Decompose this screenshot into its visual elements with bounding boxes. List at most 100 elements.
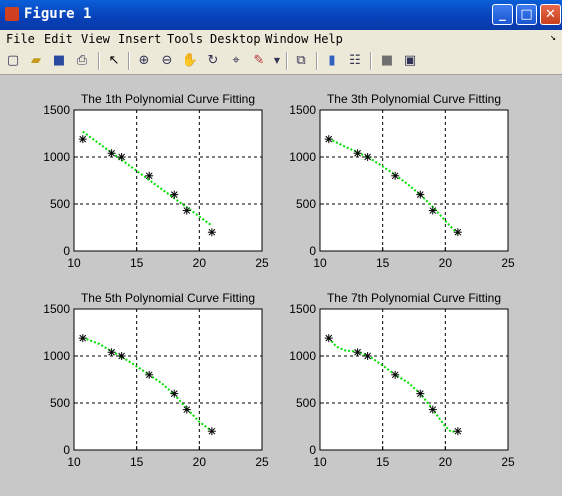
data-point-marker: [107, 348, 116, 357]
brush-dropdown-icon[interactable]: ▼: [268, 52, 286, 70]
toolbar-separator: [316, 52, 318, 70]
show-plot-tools-icon[interactable]: ▣: [401, 52, 419, 70]
y-tick-label: 0: [63, 443, 70, 457]
toolbar-separator: [98, 52, 100, 70]
menubar-dock-arrow-icon[interactable]: ↘: [550, 32, 556, 43]
toolbar-separator: [370, 52, 372, 70]
x-tick-label: 20: [439, 455, 453, 469]
x-tick-label: 25: [501, 256, 515, 270]
x-tick-label: 15: [130, 256, 144, 270]
subplot-title: The 3th Polynomial Curve Fitting: [327, 92, 501, 106]
brush-icon[interactable]: ✎: [250, 52, 268, 70]
toolbar-separator: [286, 52, 288, 70]
subplot-title: The 7th Polynomial Curve Fitting: [327, 291, 501, 305]
data-point-marker: [416, 389, 425, 398]
y-tick-label: 0: [309, 443, 316, 457]
data-point-marker: [117, 352, 126, 360]
hide-plot-tools-icon[interactable]: ■: [378, 52, 396, 70]
zoom-in-icon[interactable]: ⊕: [135, 52, 153, 70]
y-tick-label: 1500: [289, 302, 316, 316]
x-tick-label: 10: [313, 455, 327, 469]
data-point-marker: [416, 190, 425, 199]
x-tick-label: 10: [67, 256, 81, 270]
x-tick-label: 20: [193, 256, 207, 270]
y-tick-label: 1500: [43, 302, 70, 316]
subplot-4: 10 15 20 25 0 500 1000 1500 The 7th Polynomial C…: [289, 291, 515, 469]
toolbar-separator: [128, 52, 130, 70]
data-cursor-icon[interactable]: ⌖: [227, 52, 245, 70]
data-point-marker: [117, 153, 126, 161]
link-plot-icon[interactable]: ⧉: [292, 52, 310, 70]
rotate-3d-icon[interactable]: ↻: [204, 52, 222, 70]
x-tick-label: 25: [255, 256, 269, 270]
menu-desktop[interactable]: Desktop: [210, 32, 261, 46]
window-title: Figure 1: [24, 6, 92, 22]
toolbar: ▢ ▰ ■ ⎙ ↖ ⊕ ⊖ ✋ ↻ ⌖ ✎ ▼ ⧉ ▮ ☷ ■ ▣: [0, 48, 562, 75]
subplot-title: The 5th Polynomial Curve Fitting: [81, 291, 255, 305]
y-tick-label: 1000: [289, 150, 316, 164]
x-tick-label: 10: [67, 455, 81, 469]
save-icon[interactable]: ■: [50, 52, 68, 70]
menu-insert[interactable]: Insert: [118, 32, 161, 46]
subplot-3: 10 15 20 25 0 500 1000 1500 The 5th Polynomial C…: [43, 291, 269, 469]
y-tick-label: 500: [296, 197, 316, 211]
title-bar[interactable]: Figure 1 _ □ ✕: [0, 0, 562, 30]
menu-tools[interactable]: Tools: [167, 32, 203, 46]
x-tick-label: 20: [439, 256, 453, 270]
menu-window[interactable]: Window: [265, 32, 308, 46]
x-tick-label: 15: [376, 455, 390, 469]
subplot-2: 10 15 20 25 0 500 1000 1500 The 3th Polynomial C…: [289, 92, 515, 270]
data-point-marker: [170, 389, 179, 398]
data-point-marker: [78, 135, 87, 144]
figure-canvas: 10 15 20 25050010001500The 1th Polynomial C…: [43, 92, 515, 469]
pan-icon[interactable]: ✋: [181, 52, 199, 70]
y-tick-label: 500: [50, 197, 70, 211]
x-tick-label: 25: [255, 455, 269, 469]
data-point-marker: [353, 348, 362, 357]
open-file-icon[interactable]: ▰: [27, 52, 45, 70]
data-point-marker: [428, 206, 437, 215]
x-tick-label: 10: [313, 256, 327, 270]
zoom-out-icon[interactable]: ⊖: [158, 52, 176, 70]
close-button[interactable]: ✕: [540, 4, 561, 25]
data-point-marker: [391, 370, 400, 379]
y-tick-label: 500: [296, 396, 316, 410]
axes-background: [73, 109, 263, 252]
y-tick-label: 1000: [43, 150, 70, 164]
y-tick-label: 500: [50, 396, 70, 410]
data-point-marker: [207, 427, 216, 436]
menu-bar: File Edit View Insert Tools Desktop Wind…: [0, 30, 562, 48]
data-point-marker: [145, 171, 154, 180]
menu-edit[interactable]: Edit: [44, 32, 73, 46]
maximize-button[interactable]: □: [516, 4, 537, 25]
minimize-button[interactable]: _: [492, 4, 513, 25]
new-figure-icon[interactable]: ▢: [4, 52, 22, 70]
figure-window: Figure 1 _ □ ✕ File Edit View Insert Too…: [0, 0, 562, 496]
data-point-marker: [107, 149, 116, 158]
axes-background: [319, 308, 509, 451]
x-tick-label: 15: [130, 455, 144, 469]
pointer-icon[interactable]: ↖: [105, 52, 123, 70]
print-icon[interactable]: ⎙: [73, 52, 91, 70]
menu-help[interactable]: Help: [314, 32, 343, 46]
data-point-marker: [428, 405, 437, 414]
data-point-marker: [363, 153, 372, 161]
y-tick-label: 1500: [289, 103, 316, 117]
colorbar-icon[interactable]: ▮: [323, 52, 341, 70]
data-point-marker: [453, 228, 462, 237]
data-point-marker: [182, 206, 191, 215]
data-point-marker: [207, 228, 216, 237]
menu-file[interactable]: File: [6, 32, 35, 46]
data-point-marker: [324, 135, 333, 144]
subplot-1: 10 15 20 25 0 500 1000 1500 The 1th Polynomial C…: [43, 92, 269, 270]
data-point-marker: [453, 427, 462, 436]
data-point-marker: [170, 190, 179, 199]
axes-background: [73, 308, 263, 451]
matlab-icon: [5, 7, 19, 21]
data-point-marker: [145, 370, 154, 379]
x-tick-label: 15: [376, 256, 390, 270]
x-tick-label: 25: [501, 455, 515, 469]
menu-view[interactable]: View: [81, 32, 110, 46]
legend-icon[interactable]: ☷: [346, 52, 364, 70]
y-tick-label: 1500: [43, 103, 70, 117]
